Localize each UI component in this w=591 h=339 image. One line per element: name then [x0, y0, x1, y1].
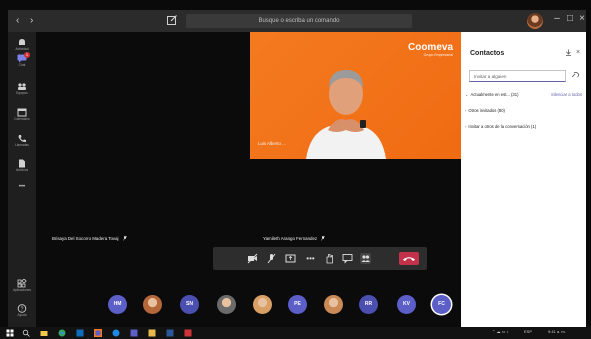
search-icon[interactable]: [22, 329, 30, 337]
contacts-panel: Contactos × Invitar a alguien ⌄ Actualmen…: [461, 32, 586, 327]
search-input[interactable]: Busque o escriba un comando: [186, 14, 412, 28]
teams-window: ‹ › Busque o escriba un comando – □ × Ac…: [0, 0, 591, 339]
hang-up-button[interactable]: [399, 252, 419, 265]
rail-item-apps[interactable]: Aplicaciones: [8, 279, 36, 293]
participant-avatar[interactable]: KV: [397, 295, 416, 314]
apps-icon: [17, 279, 27, 288]
more-actions-button[interactable]: •••: [305, 253, 316, 264]
title-bar: ‹ › Busque o escriba un comando – □ ×: [8, 10, 586, 32]
compose-icon[interactable]: [166, 14, 178, 26]
rail-item-files[interactable]: Archivos: [8, 159, 36, 173]
chat-toggle-icon[interactable]: [342, 253, 353, 264]
teams-app-icon[interactable]: [94, 329, 102, 337]
unread-badge: 1: [24, 52, 30, 58]
participant-avatar-self[interactable]: FC: [432, 295, 451, 314]
participants-icon[interactable]: [360, 253, 371, 264]
copy-link-icon[interactable]: [571, 72, 579, 80]
mic-off-icon: [122, 236, 127, 242]
raise-hand-icon[interactable]: [324, 253, 335, 264]
back-button[interactable]: ‹: [16, 14, 19, 28]
mic-off-icon[interactable]: [266, 253, 277, 264]
clock[interactable]: 9:41 a. m.: [548, 329, 566, 334]
participant-photo[interactable]: [253, 295, 272, 314]
teams-icon: [18, 83, 26, 90]
presenter-logo: Coomeva Grupo Empresarial: [407, 42, 453, 57]
presenter-video-tile[interactable]: Coomeva Grupo Empresarial Luis Alberto .…: [250, 32, 461, 159]
bell-icon: [19, 39, 25, 46]
maximize-button[interactable]: □: [564, 13, 576, 24]
tray-icons[interactable]: ⌃ ☁ ▭ ♪: [492, 329, 508, 334]
hang-up-icon: [403, 257, 415, 261]
language-indicator[interactable]: ESP: [524, 329, 532, 334]
rail-item-calls[interactable]: Llamadas: [8, 134, 36, 148]
participant-avatar[interactable]: HM: [108, 295, 127, 314]
panel-title: Contactos: [470, 50, 505, 57]
rail-item-help[interactable]: ? Ayuda: [8, 304, 36, 318]
presenter-name: Luis Alberto ...: [258, 141, 286, 146]
files-icon: [19, 159, 25, 168]
mute-all-link[interactable]: Silenciar a todos: [551, 92, 582, 97]
call-controls: •••: [213, 247, 427, 270]
close-button[interactable]: ×: [576, 13, 588, 24]
participant-strip: HM SN PE RR KV FC: [36, 289, 461, 327]
share-screen-icon[interactable]: [285, 253, 296, 264]
download-icon[interactable]: [565, 49, 572, 56]
meeting-stage: Coomeva Grupo Empresarial Luis Alberto .…: [36, 32, 461, 327]
phone-icon: [18, 135, 26, 143]
close-panel-button[interactable]: ×: [576, 49, 580, 56]
section-other-invitees[interactable]: › Otros invitados (80): [465, 108, 505, 113]
file-explorer-icon[interactable]: [40, 329, 48, 337]
help-icon: ?: [17, 304, 27, 313]
participant-avatar[interactable]: SN: [180, 295, 199, 314]
invite-input[interactable]: Invitar a alguien: [469, 70, 566, 82]
forward-button[interactable]: ›: [30, 14, 33, 28]
presenter-video: [306, 70, 386, 159]
app-bar: Actividad 1 Chat Equipos Calendario Llam…: [8, 32, 36, 327]
participant-photo[interactable]: [143, 295, 162, 314]
chevron-down-icon: ⌄: [465, 92, 469, 97]
app-icon[interactable]: [184, 329, 192, 337]
chevron-right-icon: ›: [465, 108, 467, 113]
participant-photo[interactable]: [324, 295, 343, 314]
chrome-icon[interactable]: [58, 329, 66, 337]
word-icon[interactable]: [166, 329, 174, 337]
rail-item-activity[interactable]: Actividad: [8, 38, 36, 52]
section-in-meeting[interactable]: ⌄ Actualmente en est... (31): [465, 92, 518, 97]
app-icon[interactable]: [148, 329, 156, 337]
windows-taskbar: ⌃ ☁ ▭ ♪ ESP 9:41 a. m.: [0, 327, 591, 339]
rail-item-chat[interactable]: 1 Chat: [8, 52, 36, 68]
rail-item-teams[interactable]: Equipos: [8, 82, 36, 96]
outlook-icon[interactable]: [76, 329, 84, 337]
minimize-button[interactable]: –: [551, 13, 563, 24]
calendar-icon: [17, 108, 27, 117]
windows-start-icon[interactable]: [6, 329, 14, 337]
participant-photo[interactable]: [217, 295, 236, 314]
call-timer: [219, 253, 241, 264]
participant-tile-1[interactable]: Brisaya Del Socorro Madera Tovaj: [52, 236, 127, 242]
svg-text:?: ?: [21, 306, 24, 312]
mic-off-icon: [321, 236, 326, 242]
chevron-right-icon: ›: [465, 124, 467, 129]
camera-off-icon[interactable]: [247, 253, 258, 264]
user-avatar[interactable]: [527, 13, 543, 29]
participant-avatar[interactable]: PE: [288, 295, 307, 314]
participant-tile-2[interactable]: Yamileth Arango Fernandez: [263, 236, 326, 242]
section-invite-from-chat[interactable]: › Invitar a otros de la conversación (1): [465, 124, 536, 129]
edge-icon[interactable]: [112, 329, 120, 337]
rail-item-calendar[interactable]: Calendario: [8, 108, 36, 122]
teams-taskbar-icon[interactable]: [130, 329, 138, 337]
participant-avatar[interactable]: RR: [359, 295, 378, 314]
more-apps-button[interactable]: •••: [8, 184, 36, 190]
